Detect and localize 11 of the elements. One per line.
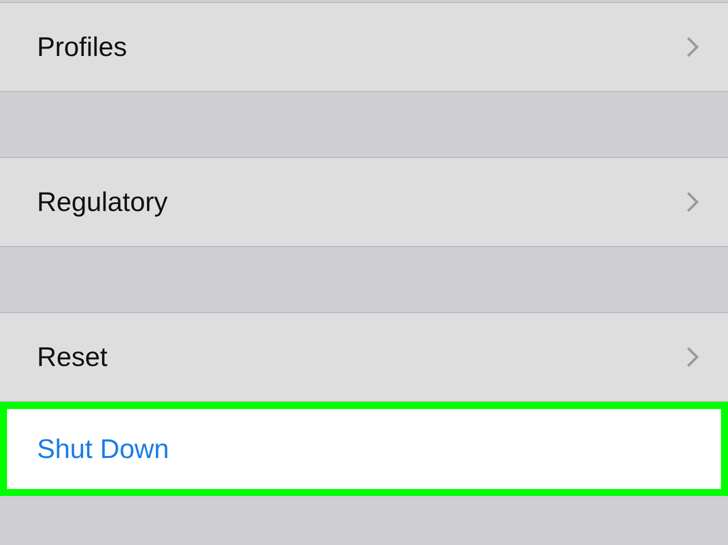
row-label: Reset [37, 342, 108, 372]
row-label: Regulatory [37, 186, 168, 218]
action-row[interactable]: Shut Down [0, 402, 728, 496]
row-label: Profiles [37, 32, 128, 62]
chevron-icon [686, 36, 700, 58]
settings-row[interactable]: Regulatory [0, 157, 728, 247]
row-label: Shut Down [37, 434, 170, 464]
settings-row[interactable]: Profiles [0, 2, 728, 92]
chevron-icon [686, 191, 700, 213]
chevron-icon [686, 346, 700, 368]
settings-row[interactable]: Reset [0, 312, 728, 402]
